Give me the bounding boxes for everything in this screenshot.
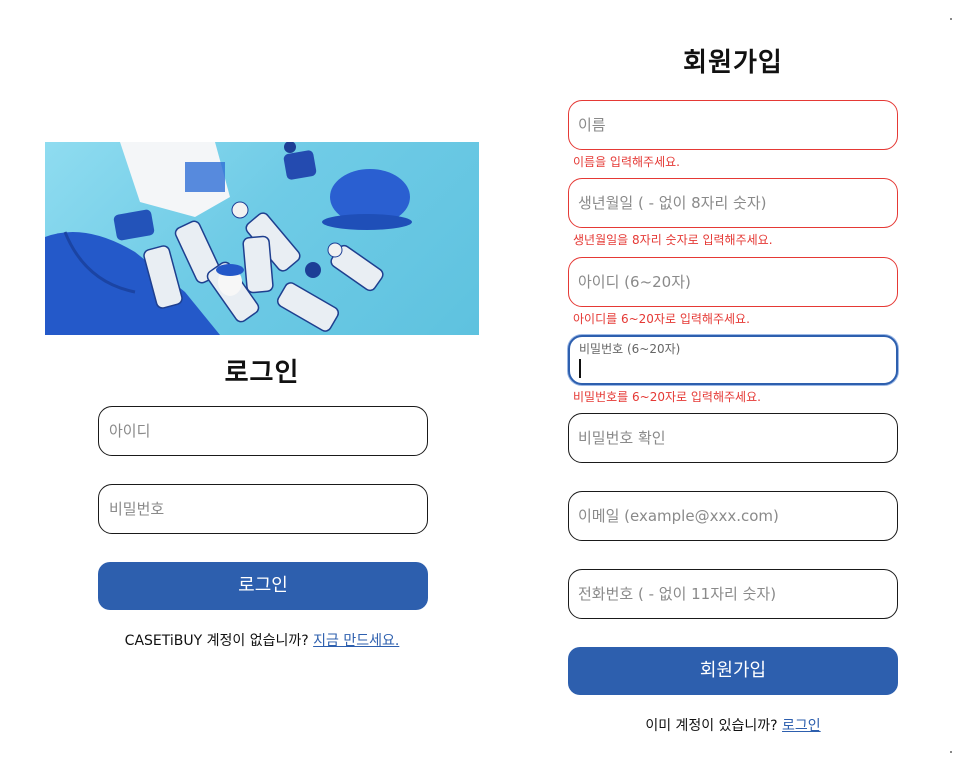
no-account-text: CASETiBUY 계정이 없습니까? bbox=[124, 633, 309, 649]
signup-password-error: 비밀번호를 6~20자로 입력해주세요. bbox=[573, 390, 761, 404]
signup-password-field[interactable]: 비밀번호 (6~20자) bbox=[568, 335, 898, 385]
signup-birthdate-field[interactable] bbox=[568, 178, 898, 228]
login-id-field[interactable] bbox=[98, 406, 428, 456]
signup-name-error: 이름을 입력해주세요. bbox=[573, 155, 680, 169]
have-account-helper: 이미 계정이 있습니까? 로그인 bbox=[568, 715, 898, 735]
signup-password-label: 비밀번호 (6~20자) bbox=[579, 342, 681, 356]
corner-marker bbox=[950, 18, 952, 20]
signup-phone-input[interactable] bbox=[569, 570, 897, 618]
signup-phone-field[interactable] bbox=[568, 569, 898, 619]
signup-id-error: 아이디를 6~20자로 입력해주세요. bbox=[573, 312, 750, 326]
signup-email-field[interactable] bbox=[568, 491, 898, 541]
login-link[interactable]: 로그인 bbox=[782, 718, 821, 734]
signup-submit-button[interactable]: 회원가입 bbox=[568, 647, 898, 695]
login-password-input[interactable] bbox=[99, 485, 427, 533]
login-id-input[interactable] bbox=[99, 407, 427, 455]
corner-marker bbox=[950, 751, 952, 753]
signup-title: 회원가입 bbox=[683, 48, 783, 78]
signup-name-field[interactable] bbox=[568, 100, 898, 150]
signup-name-input[interactable] bbox=[569, 101, 897, 149]
hero-product-image bbox=[45, 142, 479, 335]
phone-cases-illustration bbox=[45, 142, 412, 335]
signup-birthdate-input[interactable] bbox=[569, 179, 897, 227]
signup-id-input[interactable] bbox=[569, 258, 897, 306]
signup-id-field[interactable] bbox=[568, 257, 898, 307]
signup-password-confirm-field[interactable] bbox=[568, 413, 898, 463]
login-submit-button[interactable]: 로그인 bbox=[98, 562, 428, 610]
signup-email-input[interactable] bbox=[569, 492, 897, 540]
signup-password-confirm-input[interactable] bbox=[569, 414, 897, 462]
login-password-field[interactable] bbox=[98, 484, 428, 534]
signup-birthdate-error: 생년월일을 8자리 숫자로 입력해주세요. bbox=[573, 233, 773, 247]
login-title: 로그인 bbox=[224, 358, 300, 388]
have-account-text: 이미 계정이 있습니까? bbox=[645, 718, 778, 734]
text-cursor bbox=[579, 359, 581, 378]
no-account-helper: CASETiBUY 계정이 없습니까? 지금 만드세요. bbox=[45, 630, 479, 650]
create-account-link[interactable]: 지금 만드세요. bbox=[313, 633, 399, 649]
